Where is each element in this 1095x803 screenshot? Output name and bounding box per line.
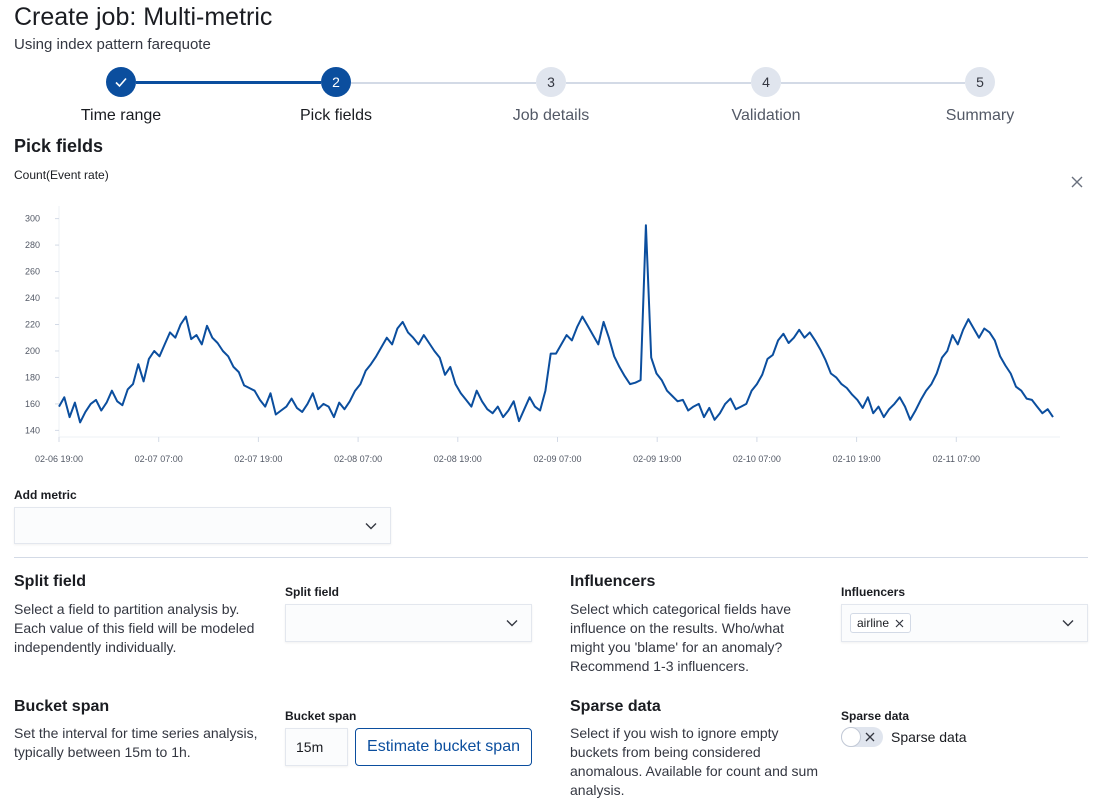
section-title: Pick fields: [14, 136, 104, 156]
step-number-4: 4: [751, 67, 781, 97]
y-tick-label: 160: [25, 399, 40, 409]
split-field-heading: Split field: [14, 573, 86, 590]
divider: [14, 557, 1088, 558]
remove-metric-button[interactable]: [1068, 173, 1086, 191]
estimate-bucket-span-button[interactable]: Estimate bucket span: [355, 728, 532, 766]
series-line: [58, 224, 1054, 424]
y-tick-label: 220: [25, 320, 40, 330]
y-tick-label: 240: [25, 293, 40, 303]
bucket-span-description: Set the interval for time series analysi…: [14, 725, 258, 760]
step-number-1: [106, 67, 136, 97]
influencers-combobox[interactable]: airline: [841, 604, 1088, 642]
step-number-2: 2: [321, 67, 351, 97]
close-icon: [1071, 176, 1083, 188]
x-tick-label: 02-10 07:00: [733, 454, 781, 464]
sparse-data-heading: Sparse data: [570, 698, 661, 715]
step-number-5: 5: [965, 67, 995, 97]
split-field-label: Split field: [285, 585, 339, 599]
chevron-down-icon: [365, 522, 377, 529]
step-label-validation: Validation: [731, 107, 801, 124]
y-tick-label: 140: [25, 425, 40, 435]
x-tick-label: 02-07 19:00: [234, 454, 282, 464]
add-metric-label: Add metric: [14, 488, 77, 502]
step-summary[interactable]: 5 Summary: [900, 67, 1060, 127]
x-tick-label: 02-11 07:00: [933, 454, 980, 464]
sparse-data-switch[interactable]: [841, 727, 883, 747]
x-tick-label: 02-06 19:00: [35, 454, 83, 464]
sparse-data-switch-label: Sparse data: [891, 729, 967, 745]
page-subtitle: Using index pattern farequote: [14, 36, 211, 53]
add-metric-select[interactable]: [14, 507, 391, 544]
x-tick-label: 02-10 19:00: [833, 454, 881, 464]
influencers-label: Influencers: [841, 585, 906, 599]
step-label-summary: Summary: [945, 107, 1015, 124]
step-number-3: 3: [536, 67, 566, 97]
chevron-down-icon: [1062, 620, 1074, 627]
step-validation[interactable]: 4 Validation: [686, 67, 846, 127]
step-job-details[interactable]: 3 Job details: [471, 67, 631, 127]
sparse-data-description: Select if you wish to ignore empty bucke…: [570, 725, 819, 798]
step-label-time-range: Time range: [80, 107, 162, 124]
bucket-span-heading: Bucket span: [14, 698, 110, 715]
switch-knob: [841, 727, 861, 747]
cross-icon: [865, 732, 875, 742]
chevron-down-icon: [506, 620, 518, 627]
y-tick-label: 280: [25, 240, 40, 250]
x-tick-label: 02-09 07:00: [533, 454, 581, 464]
chart-title: Count(Event rate): [14, 168, 109, 182]
bucket-span-label: Bucket span: [285, 709, 357, 723]
page-title: Create job: Multi-metric: [14, 3, 273, 31]
bucket-span-input[interactable]: [285, 728, 348, 766]
x-tick-label: 02-09 19:00: [633, 454, 681, 464]
close-icon[interactable]: [895, 619, 904, 628]
y-tick-label: 180: [25, 372, 40, 382]
influencer-badge-label: airline: [857, 616, 890, 630]
influencers-heading: Influencers: [570, 573, 656, 590]
y-tick-label: 200: [25, 346, 40, 356]
x-tick-label: 02-08 07:00: [334, 454, 382, 464]
sparse-data-toggle[interactable]: Sparse data: [841, 727, 967, 747]
split-field-description: Select a field to partition analysis by.…: [14, 601, 255, 655]
x-tick-label: 02-08 19:00: [434, 454, 482, 464]
step-label-job-details: Job details: [512, 107, 590, 124]
influencer-badge[interactable]: airline: [850, 613, 912, 633]
split-field-select[interactable]: [285, 604, 532, 642]
event-rate-chart: 140 160 180 200 220 240 260 280 300 02-06 19:00 02…: [25, 206, 1060, 464]
step-label-pick-fields: Pick fields: [299, 107, 373, 124]
x-tick-label: 02-07 07:00: [135, 454, 183, 464]
y-tick-label: 260: [25, 267, 40, 277]
influencers-description: Select which categorical fields have inf…: [570, 601, 792, 674]
step-pick-fields[interactable]: 2 Pick fields: [256, 67, 416, 127]
sparse-data-label: Sparse data: [841, 709, 910, 723]
step-time-range[interactable]: Time range: [41, 67, 201, 127]
check-icon: [115, 77, 127, 88]
y-tick-label: 300: [25, 214, 40, 224]
